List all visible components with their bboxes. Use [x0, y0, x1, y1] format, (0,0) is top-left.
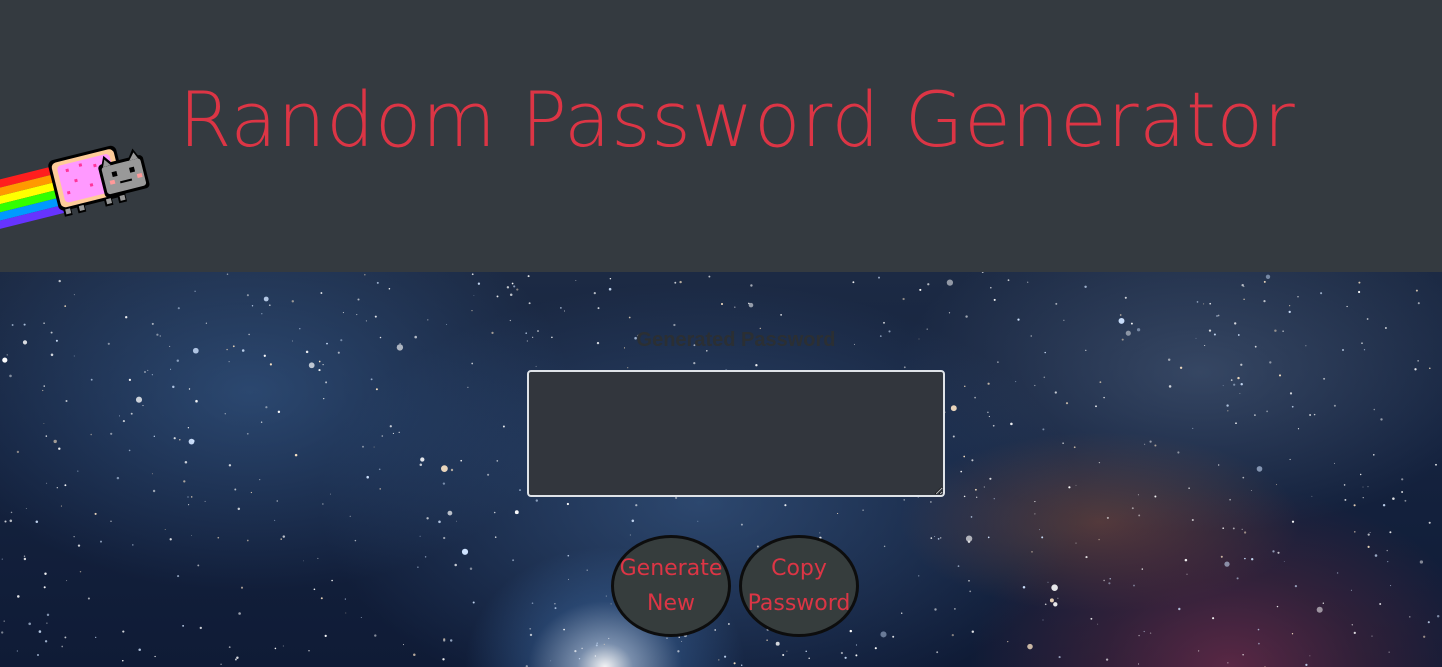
password-output-textarea[interactable]	[527, 370, 945, 497]
page-title: Random Password Generator	[178, 75, 1296, 164]
generate-new-button[interactable]: Generate New	[611, 535, 731, 637]
generated-password-label: Generated Password	[636, 329, 836, 351]
page-header: Random Password Generator	[0, 0, 1442, 272]
copy-password-button[interactable]: Copy Password	[739, 535, 859, 637]
